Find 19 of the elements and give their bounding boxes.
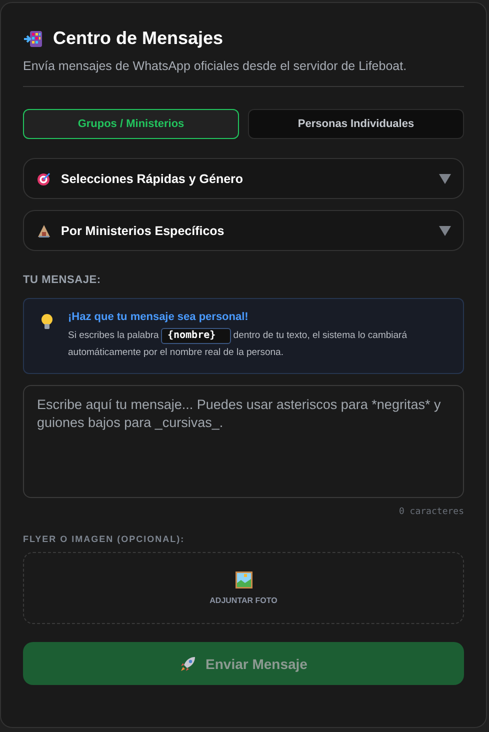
accordion-header[interactable]: Selecciones Rápidas y Género (23, 158, 464, 199)
inbox-icon (23, 28, 43, 48)
section-label: FLYER O IMAGEN (OPCIONAL): (23, 534, 186, 544)
upload-area[interactable]: ADJUNTAR FOTO (23, 552, 464, 624)
building-icon (37, 224, 51, 238)
character-counter: 0 caracteres (398, 507, 464, 517)
page-subtitle: Envía mensajes de WhatsApp oficiales desde el servidor de Lifeboat. (23, 59, 408, 73)
rocket-icon (180, 656, 196, 672)
target-icon (37, 172, 51, 186)
image-icon (234, 571, 252, 589)
tip-title: ¡Haz que tu mensaje sea personal! (68, 311, 250, 323)
message-field[interactable]: Escribe aquí tu mensaje... Puedes usar asteriscos para *negritas* y guiones bajos para _cursivas_. (23, 385, 464, 498)
tab[interactable]: Personas Individuales (248, 109, 464, 139)
accordion-header[interactable]: Por Ministerios Específicos (23, 210, 464, 251)
tab[interactable]: Grupos / Ministerios (23, 109, 239, 139)
section-label: TU MENSAJE: (23, 274, 102, 286)
lightbulb-icon (40, 313, 54, 331)
page-title: Centro de Mensajes (53, 28, 224, 49)
tip-text: Si escribes la palabra {nombre} dentro de tu texto, el sistema lo cambiará automáticamente por el nombre real de la persona. (68, 327, 408, 360)
